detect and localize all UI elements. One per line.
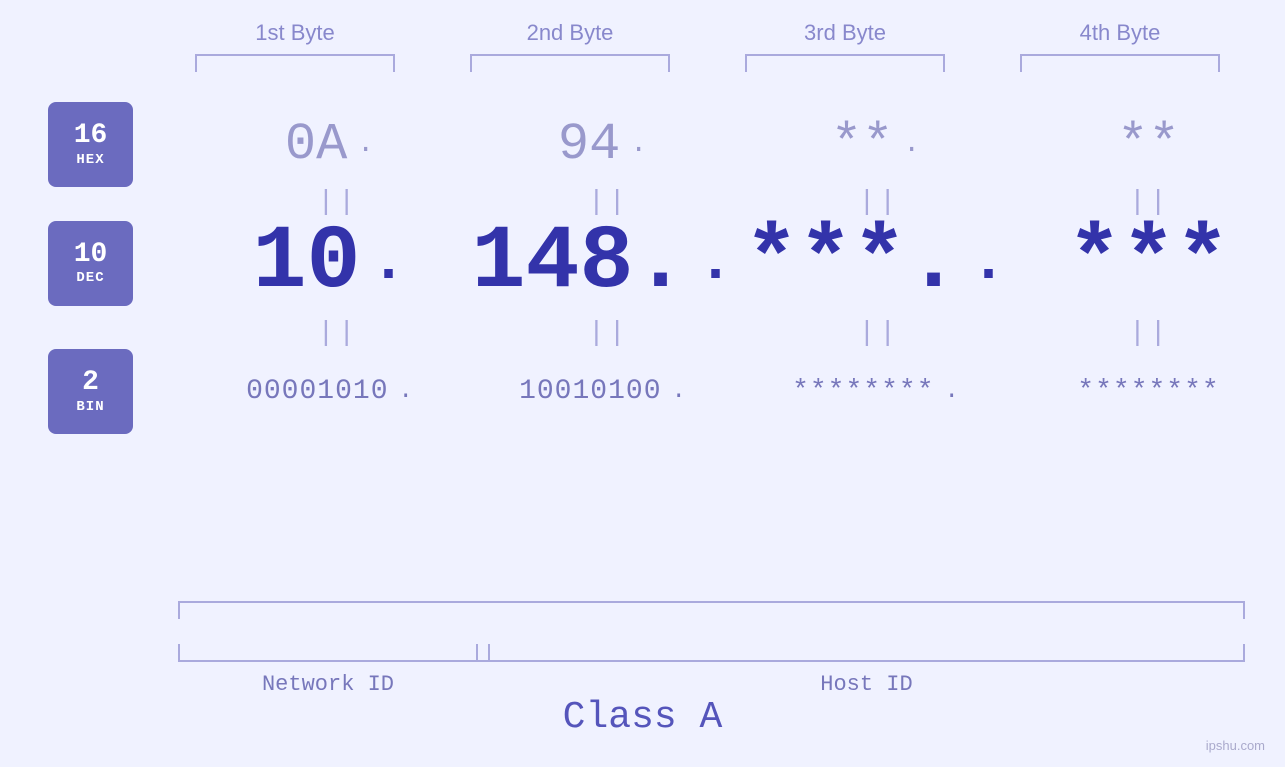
bin-row: 2 BIN 00001010 . 10010100 . ******** . *… [0, 349, 1285, 434]
equals-area-2: || || || || [143, 318, 1285, 349]
eq2-2: || [494, 318, 724, 349]
bin-cell-1: 00001010 . [215, 376, 445, 407]
bin-badge: 2 BIN [48, 349, 133, 434]
byte-header-3: 3rd Byte [730, 20, 960, 46]
hex-row: 16 HEX 0A . 94 . ** . ** [0, 102, 1285, 187]
bin-val-2: 10010100 [519, 376, 661, 407]
dec-badge-label: DEC [76, 270, 104, 286]
dec-val-2: 148. [471, 218, 687, 308]
dec-dot-2: . [698, 229, 734, 297]
hex-badge: 16 HEX [48, 102, 133, 187]
host-id-label: Host ID [488, 672, 1245, 697]
byte-header-2: 2nd Byte [455, 20, 685, 46]
hex-values: 0A . 94 . ** . ** [133, 115, 1285, 174]
dec-cell-4: *** [1034, 218, 1264, 308]
dec-val-1: 10 [252, 218, 360, 308]
hex-val-1: 0A [285, 115, 347, 174]
dec-cell-2: 148. . [488, 218, 718, 308]
bracket-2 [470, 54, 670, 72]
dec-values: 10 . 148. . ***. . *** [133, 218, 1285, 308]
hex-val-3: ** [831, 115, 893, 174]
dec-cell-3: ***. . [761, 218, 991, 308]
bin-cell-3: ******** . [761, 376, 991, 407]
hex-dot-1: . [357, 129, 374, 160]
byte-header-1: 1st Byte [180, 20, 410, 46]
hex-val-2: 94 [558, 115, 620, 174]
watermark: ipshu.com [1206, 738, 1265, 753]
dec-val-3: ***. [744, 218, 960, 308]
dec-val-4: *** [1067, 218, 1229, 308]
hex-dot-2: . [630, 129, 647, 160]
byte-headers-row: 1st Byte 2nd Byte 3rd Byte 4th Byte [158, 20, 1258, 46]
top-brackets-row [158, 54, 1258, 72]
bin-dot-2: . [672, 378, 686, 405]
bin-badge-number: 2 [82, 368, 99, 399]
bracket-3 [745, 54, 945, 72]
main-container: 1st Byte 2nd Byte 3rd Byte 4th Byte 16 H… [0, 0, 1285, 767]
hex-badge-label: HEX [76, 152, 104, 168]
bin-dot-3: . [945, 378, 959, 405]
hex-cell-4: ** [1034, 115, 1264, 174]
dec-dot-1: . [371, 229, 407, 297]
class-a-label: Class A [0, 696, 1285, 739]
bin-val-4: ******** [1077, 376, 1219, 407]
hex-cell-3: ** . [761, 115, 991, 174]
bracket-host [488, 644, 1245, 662]
hex-dot-3: . [903, 129, 920, 160]
bracket-network [178, 644, 478, 662]
dec-badge: 10 DEC [48, 221, 133, 306]
eq2-3: || [764, 318, 994, 349]
bracket-1 [195, 54, 395, 72]
equals-row-2: || || || || [0, 318, 1285, 349]
eq2-1: || [223, 318, 453, 349]
dec-cell-1: 10 . [215, 218, 445, 308]
bin-val-3: ******** [792, 376, 934, 407]
bin-dot-1: . [399, 378, 413, 405]
bin-cell-2: 10010100 . [488, 376, 718, 407]
byte-header-4: 4th Byte [1005, 20, 1235, 46]
network-id-label: Network ID [178, 672, 478, 697]
hex-val-4: ** [1117, 115, 1179, 174]
bin-cell-4: ******** [1034, 376, 1264, 407]
hex-cell-2: 94 . [488, 115, 718, 174]
dec-badge-number: 10 [74, 240, 108, 271]
bin-values: 00001010 . 10010100 . ******** . *******… [133, 376, 1285, 407]
eq2-4: || [1035, 318, 1265, 349]
outer-top-bracket [178, 601, 1245, 619]
dec-row: 10 DEC 10 . 148. . ***. . *** [0, 218, 1285, 308]
hex-cell-1: 0A . [215, 115, 445, 174]
hex-badge-number: 16 [74, 121, 108, 152]
bracket-4 [1020, 54, 1220, 72]
bin-val-1: 00001010 [246, 376, 388, 407]
bin-badge-label: BIN [76, 399, 104, 415]
dec-dot-3: . [971, 229, 1007, 297]
